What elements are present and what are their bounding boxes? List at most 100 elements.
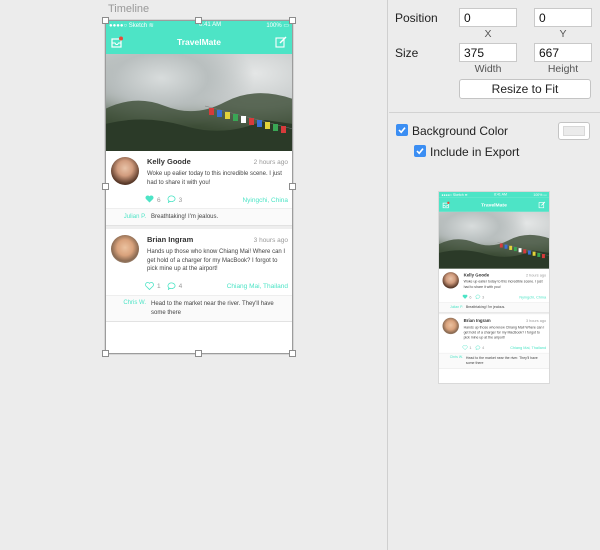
inbox-icon[interactable] [442, 201, 450, 209]
divider [389, 112, 600, 113]
comment-author[interactable]: Julian P. [442, 306, 463, 310]
post-location[interactable]: Nyingchi, China [519, 295, 546, 299]
inspector-panel: Position X Y Size Width Height Resize to… [389, 0, 600, 550]
comment-count: 3 [178, 196, 183, 204]
position-x-input[interactable] [459, 8, 517, 27]
compose-icon[interactable] [275, 35, 287, 48]
comment-row: Julian P. Breathtaking! I'm jealous. [439, 302, 549, 313]
nav-bar: TravelMate [105, 30, 293, 54]
heart-filled-icon[interactable] [462, 294, 468, 301]
artboard[interactable]: ●●●●○ Sketch ≋ 8:41 AM 100% ▭ TravelMate [105, 20, 293, 354]
size-label: Size [395, 46, 419, 60]
comment-author[interactable]: Julian P. [110, 214, 146, 220]
comment-icon[interactable] [167, 282, 176, 292]
post-time: 2 hours ago [253, 159, 288, 166]
status-battery: 100% ▭ [266, 22, 289, 29]
post-text: Woke up ealier today to this incredible … [463, 280, 543, 289]
comment-icon[interactable] [167, 195, 176, 205]
resize-handle-bottom-right[interactable] [289, 350, 296, 357]
post-text: Hands up those who know Chiang Mai! Wher… [147, 249, 286, 273]
canvas-area[interactable]: Timeline ●●●●○ Sketch ≋ 8:41 AM 100% ▭ T… [0, 0, 388, 550]
x-caption: X [484, 28, 492, 40]
like-count: 6 [469, 295, 472, 300]
comment-count: 4 [178, 283, 183, 291]
status-signal: ●●●●○ Sketch ≋ [109, 22, 154, 29]
position-y-input[interactable] [534, 8, 592, 27]
heart-outline-icon[interactable] [145, 282, 154, 292]
status-time: 8:41 AM [494, 193, 507, 197]
post-author[interactable]: Kelly Goode [147, 157, 191, 166]
y-caption: Y [559, 28, 567, 40]
width-input[interactable] [459, 43, 517, 62]
post-author[interactable]: Brian Ingram [147, 235, 193, 244]
avatar[interactable] [111, 157, 139, 185]
comment-row: Julian P. Breathtaking! I'm jealous. [105, 208, 293, 226]
post-text: Hands up those who know Chiang Mai! Wher… [463, 326, 545, 340]
compose-icon[interactable] [538, 201, 546, 209]
export-preview-thumbnail: ●●●●○ Sketch ≋ 8:41 AM 100% ▭ TravelMate [439, 192, 549, 383]
background-color-checkbox[interactable] [396, 124, 408, 136]
like-count: 1 [469, 346, 472, 351]
post-location[interactable]: Nyingchi, China [242, 197, 288, 204]
post-text: Woke up ealier today to this incredible … [147, 171, 282, 186]
resize-handle-top-right[interactable] [289, 17, 296, 24]
comment-text: Breathtaking! I'm jealous. [151, 214, 219, 221]
include-in-export-checkbox[interactable] [414, 145, 426, 157]
post-author[interactable]: Kelly Goode [464, 272, 490, 277]
comment-icon[interactable] [475, 294, 480, 301]
include-in-export-label: Include in Export [430, 145, 520, 159]
post-location[interactable]: Chiang Mai, Thailand [510, 346, 546, 350]
comment-author[interactable]: Chris W. [110, 300, 146, 306]
avatar[interactable] [442, 272, 459, 289]
status-time: 8:41 AM [199, 22, 222, 28]
post-time: 2 hours ago [525, 273, 547, 278]
avatar[interactable] [111, 235, 139, 264]
post-time: 3 hours ago [525, 319, 547, 324]
comment-row: Chris W. Head to the market near the riv… [439, 352, 549, 369]
background-color-swatch[interactable] [558, 122, 590, 140]
background-color-label: Background Color [412, 124, 509, 138]
height-input[interactable] [534, 43, 592, 62]
comment-row: Chris W. Head to the market near the riv… [105, 294, 293, 321]
post-card[interactable]: Brian Ingram 3 hours ago Hands up those … [105, 229, 293, 322]
resize-handle-bottom[interactable] [195, 350, 202, 357]
heart-outline-icon[interactable] [462, 345, 468, 351]
inbox-icon[interactable] [111, 35, 123, 48]
post-time: 3 hours ago [253, 237, 288, 245]
avatar[interactable] [442, 317, 459, 335]
comment-text: Head to the market near the river. They'… [465, 356, 538, 365]
post-author[interactable]: Brian Ingram [464, 318, 491, 323]
nav-bar: TravelMate [439, 197, 549, 212]
like-count: 1 [157, 283, 161, 291]
color-well [563, 126, 585, 136]
post-card[interactable]: Kelly Goode 2 hours ago Woke up ealier t… [439, 268, 549, 313]
comment-count: 3 [482, 295, 485, 300]
position-label: Position [395, 11, 438, 25]
preview-content: ●●●●○ Sketch ≋ 8:41 AM 100% ▭ TravelMate [439, 192, 549, 369]
comment-author[interactable]: Chris W. [442, 356, 463, 360]
hero-photo [439, 211, 549, 269]
like-count: 6 [157, 196, 161, 204]
heart-filled-icon[interactable] [145, 195, 154, 205]
resize-to-fit-button[interactable]: Resize to Fit [459, 79, 591, 99]
resize-handle-left[interactable] [102, 183, 109, 190]
post-location[interactable]: Chiang Mai, Thailand [227, 283, 288, 290]
app-title: TravelMate [177, 37, 221, 47]
resize-handle-bottom-left[interactable] [102, 350, 109, 357]
comment-text: Breathtaking! I'm jealous. [465, 305, 506, 310]
comment-icon[interactable] [475, 345, 480, 351]
height-caption: Height [547, 63, 579, 75]
resize-handle-top-left[interactable] [102, 17, 109, 24]
post-card[interactable]: Brian Ingram 3 hours ago Hands up those … [439, 314, 549, 369]
hero-photo [105, 54, 293, 151]
post-card[interactable]: Kelly Goode 2 hours ago Woke up ealier t… [105, 151, 293, 227]
artboard-name-label[interactable]: Timeline [108, 3, 149, 15]
status-signal: ●●●●○ Sketch ≋ [441, 193, 468, 197]
status-battery: 100% ▭ [533, 193, 547, 197]
comment-count: 4 [482, 346, 485, 351]
resize-handle-top[interactable] [195, 17, 202, 24]
app-title: TravelMate [481, 201, 507, 208]
comment-text: Head to the market near the river. They'… [151, 300, 274, 316]
resize-handle-right[interactable] [289, 183, 296, 190]
width-caption: Width [474, 63, 502, 75]
